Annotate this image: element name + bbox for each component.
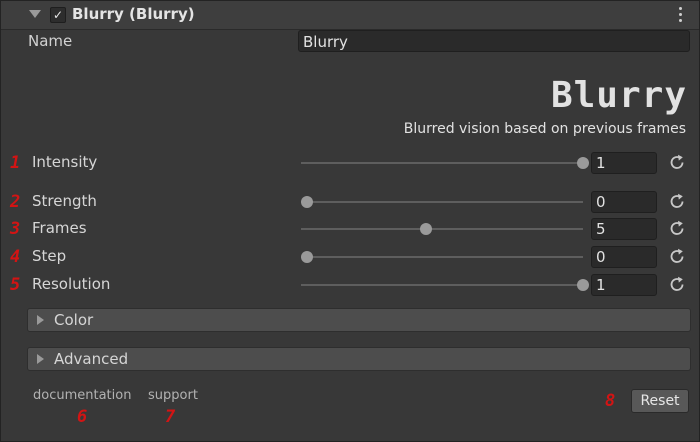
param-label-frames: Frames — [32, 219, 87, 237]
reset-button[interactable]: Reset — [631, 389, 689, 413]
reset-circular-arrow-icon[interactable] — [667, 192, 687, 212]
support-number: 7 — [165, 407, 176, 427]
value-field-frames[interactable]: 5 — [591, 218, 657, 240]
advanced-section[interactable]: Advanced — [27, 347, 691, 371]
section-arrow-icon — [37, 354, 44, 364]
component-title: Blurry (Blurry) — [72, 5, 195, 23]
slider-track-step[interactable] — [301, 251, 583, 263]
reset-circular-arrow-icon[interactable] — [667, 153, 687, 173]
param-label-resolution: Resolution — [32, 275, 111, 293]
color-section-label: Color — [54, 311, 94, 329]
documentation-link[interactable]: documentation — [33, 388, 131, 403]
section-arrow-icon — [37, 315, 44, 325]
param-number: 3 — [10, 219, 21, 239]
param-label-intensity: Intensity — [32, 153, 98, 171]
advanced-section-label: Advanced — [54, 350, 129, 368]
slider-track-resolution[interactable] — [301, 279, 589, 291]
name-field[interactable]: Blurry — [298, 30, 690, 52]
blurry-logo: Blurry — [550, 75, 687, 116]
slider-thumb[interactable] — [577, 279, 589, 291]
reset-circular-arrow-icon[interactable] — [667, 219, 687, 239]
param-label-strength: Strength — [32, 192, 97, 210]
reset-number: 8 — [605, 391, 616, 411]
value-field-resolution[interactable]: 1 — [591, 274, 657, 296]
color-section[interactable]: Color — [27, 308, 691, 332]
kebab-menu-icon[interactable] — [678, 7, 684, 23]
foldout-arrow-icon[interactable] — [29, 10, 41, 18]
slider-thumb[interactable] — [301, 196, 313, 208]
slider-thumb[interactable] — [301, 251, 313, 263]
component-header[interactable]: ✓ Blurry (Blurry) — [1, 1, 699, 30]
name-label: Name — [28, 32, 73, 50]
reset-circular-arrow-icon[interactable] — [667, 275, 687, 295]
param-number: 1 — [10, 153, 21, 173]
slider-thumb[interactable] — [577, 157, 589, 169]
param-number: 5 — [10, 275, 21, 295]
param-number: 4 — [10, 247, 21, 267]
inspector-panel: ✓ Blurry (Blurry) Name Blurry Blurry Blu… — [0, 0, 700, 442]
slider-track-intensity[interactable] — [301, 157, 589, 169]
reset-circular-arrow-icon[interactable] — [667, 247, 687, 267]
enabled-checkbox[interactable]: ✓ — [50, 7, 66, 23]
param-number: 2 — [10, 192, 21, 212]
documentation-number: 6 — [77, 407, 88, 427]
value-field-strength[interactable]: 0 — [591, 191, 657, 213]
value-field-intensity[interactable]: 1 — [591, 152, 657, 174]
value-field-step[interactable]: 0 — [591, 246, 657, 268]
slider-track-strength[interactable] — [301, 196, 583, 208]
param-label-step: Step — [32, 247, 67, 265]
slider-thumb[interactable] — [419, 223, 432, 235]
slider-track-frames[interactable] — [301, 223, 583, 235]
effect-subtitle: Blurred vision based on previous frames — [403, 121, 686, 137]
support-link[interactable]: support — [148, 388, 198, 403]
